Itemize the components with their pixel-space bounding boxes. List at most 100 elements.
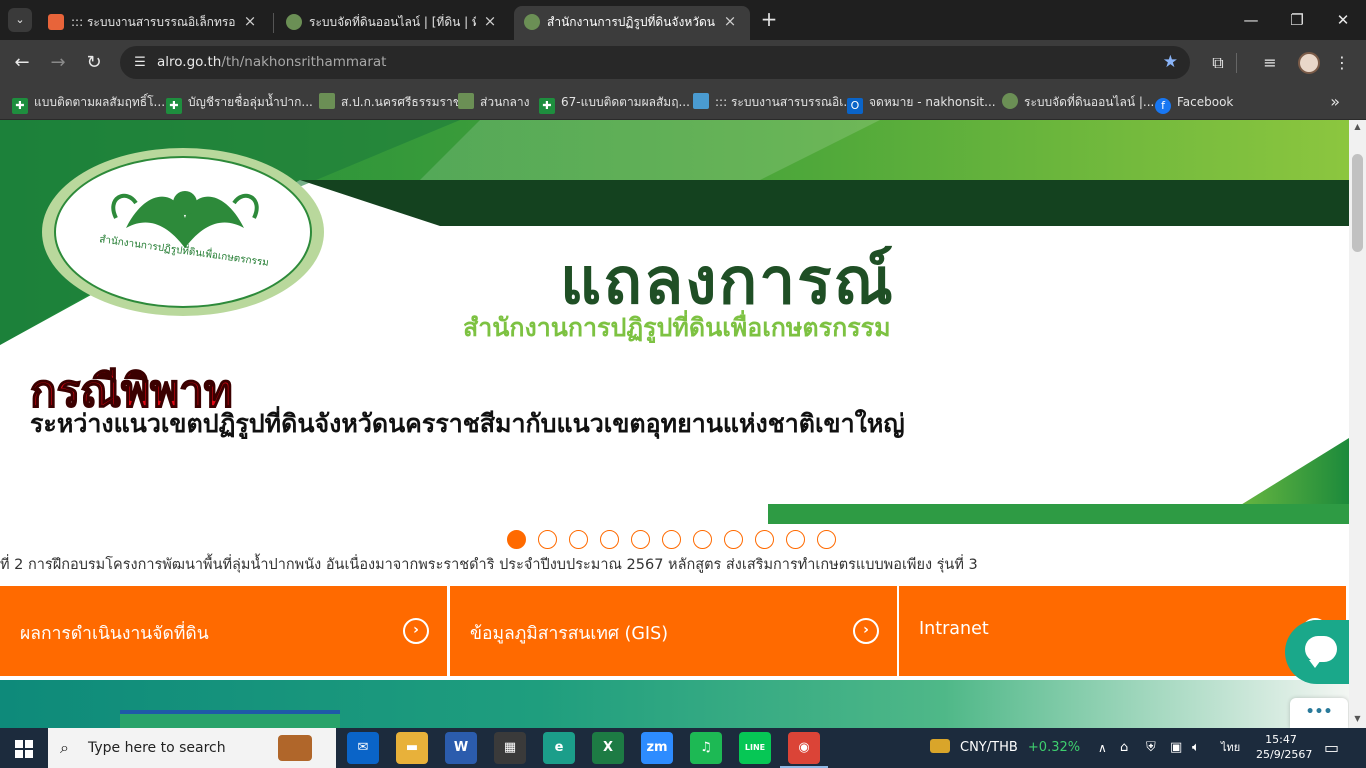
zoom-app-icon[interactable]: zm (641, 732, 673, 764)
bookmark-item[interactable]: ✚ 67-แบบติดตามผลสัมฤ... (539, 92, 690, 114)
currency-pair: CNY/THB (960, 740, 1018, 755)
system-clock[interactable]: 15:47 25/9/2567 (1256, 732, 1313, 762)
bookmark-label: ส่วนกลาง (480, 95, 530, 109)
browser-tab-strip: ⌄ ::: ระบบงานสารบรรณอิเล็กทรอนิกส์ ::: ×… (0, 0, 1366, 40)
word-app-icon[interactable]: W (445, 732, 477, 764)
sheets-icon: ✚ (12, 98, 28, 114)
network-icon[interactable]: ⌂ (1120, 728, 1128, 768)
minimize-icon[interactable]: — (1228, 0, 1274, 40)
media-queue-icon[interactable]: ≡ (1256, 49, 1284, 77)
slider-dot[interactable] (569, 530, 588, 549)
bookmark-label: ระบบจัดที่ดินออนไลน์ |... (1024, 95, 1155, 109)
bookmarks-bar: ✚ แบบติดตามผลสัมฤทธิ์โ... ✚ บัญชีรายชื่อลุ… (0, 85, 1366, 120)
clock-date: 25/9/2567 (1256, 748, 1313, 761)
slider-dot[interactable] (507, 530, 526, 549)
taskbar-search[interactable]: ⌕ Type here to search (48, 728, 336, 768)
bookmark-item[interactable]: O จดหมาย - nakhonsit... (847, 92, 996, 114)
toolbar-divider (1236, 53, 1237, 73)
windows-taskbar: ⌕ Type here to search ✉ ▬ W ▦ e Xzm ♫ LINE ◉ CNY… (0, 728, 1366, 768)
alro-icon (1002, 93, 1018, 109)
bookmark-item[interactable]: ระบบจัดที่ดินออนไลน์ |... (1002, 92, 1154, 112)
bookmark-item[interactable]: ส.ป.ก.นครศรีธรรมราช (319, 92, 461, 112)
bookmark-star-icon[interactable]: ★ (1163, 52, 1178, 72)
saraban-icon (693, 93, 709, 109)
forward-arrow-icon[interactable]: → (44, 49, 72, 77)
slider-dot[interactable] (693, 530, 712, 549)
banner-subtitle: สำนักงานการปฏิรูปที่ดินเพื่อเกษตรกรรม (463, 313, 891, 342)
announcement-banner[interactable]: สำนักงานการปฏิรูปที่ดินเพื่อเกษตรกรรม แถ… (0, 120, 1349, 524)
bookmark-item[interactable]: ✚ บัญชีรายชื่อลุ่มน้ำปาก... (166, 92, 313, 114)
featured-card[interactable] (120, 710, 340, 728)
bookmark-item[interactable]: ส่วนกลาง (458, 92, 529, 112)
security-icon[interactable]: ⛨ (1146, 728, 1156, 768)
line-app-icon[interactable]: LINE (739, 732, 771, 764)
address-bar[interactable]: ☰ alro.go.th/th/nakhonsrithammarat ★ (120, 46, 1190, 79)
slider-dot[interactable] (600, 530, 619, 549)
spotify-app-icon[interactable]: ♫ (690, 732, 722, 764)
slider-dot[interactable] (724, 530, 743, 549)
facebook-icon: f (1155, 98, 1171, 114)
saraban-favicon-icon (48, 14, 64, 30)
tab-title: ::: ระบบงานสารบรรณอิเล็กทรอนิกส์ ::: (71, 15, 236, 29)
input-language[interactable]: ไทย (1221, 728, 1240, 768)
page-scrollbar[interactable]: ▲ ▼ (1349, 120, 1366, 728)
chat-widget-button[interactable] (1285, 620, 1357, 684)
mail-app-icon[interactable]: ✉ (347, 732, 379, 764)
slider-dot[interactable] (538, 530, 557, 549)
search-placeholder: Type here to search (88, 740, 226, 756)
reload-icon[interactable]: ↻ (80, 49, 108, 77)
slider-dot[interactable] (662, 530, 681, 549)
chrome-menu-kebab-icon[interactable]: ⋮ (1328, 49, 1356, 77)
meet-now-icon[interactable]: ▣ (1170, 728, 1182, 768)
back-arrow-icon[interactable]: ← (8, 49, 36, 77)
bookmark-label: Facebook (1177, 95, 1234, 109)
new-tab-button[interactable]: + (757, 8, 781, 32)
close-tab-icon[interactable]: × (722, 13, 738, 29)
slider-dot[interactable] (786, 530, 805, 549)
tab-alro-nakhonsi-active[interactable]: สำนักงานการปฏิรูปที่ดินจังหวัดนครศรีธรรม… (514, 6, 750, 40)
tab-land-online[interactable]: ระบบจัดที่ดินออนไลน์ | [ที่ดิน | ที่ดินร… (276, 6, 510, 40)
restore-icon[interactable]: ❐ (1274, 0, 1320, 40)
bookmark-item[interactable]: f Facebook (1155, 92, 1234, 114)
file-explorer-app-icon[interactable]: ▬ (396, 732, 428, 764)
more-options-button[interactable]: ••• (1290, 698, 1348, 728)
bookmark-item[interactable]: ✚ แบบติดตามผลสัมฤทธิ์โ... (12, 92, 165, 114)
scrollbar-thumb[interactable] (1352, 154, 1363, 252)
profile-avatar[interactable] (1298, 52, 1320, 74)
show-hidden-icons-chevron-icon[interactable]: ∧ (1098, 728, 1107, 768)
url-host: alro.go.th (157, 54, 222, 70)
close-tab-icon[interactable]: × (482, 13, 498, 29)
scroll-up-arrow-icon[interactable]: ▲ (1349, 122, 1366, 134)
coins-icon (930, 739, 950, 753)
scroll-down-arrow-icon[interactable]: ▼ (1349, 714, 1366, 726)
slider-dot[interactable] (755, 530, 774, 549)
news-ticker[interactable]: ที่ 2 การฝึกอบรมโครงการพัฒนาพื้นที่ลุ่มน… (0, 553, 1349, 575)
sheets-icon: ✚ (166, 98, 182, 114)
excel-app-icon[interactable]: X (592, 732, 624, 764)
tab-search-chevron-down-icon[interactable]: ⌄ (8, 8, 32, 32)
volume-icon[interactable]: 🔈︎ (1192, 728, 1200, 768)
extensions-puzzle-icon[interactable]: ⧉ (1204, 49, 1232, 77)
notifications-icon[interactable]: ▭ (1324, 728, 1339, 768)
start-windows-icon[interactable] (0, 728, 48, 768)
site-settings-icon[interactable]: ☰ (128, 51, 152, 75)
bookmark-item[interactable]: ::: ระบบงานสารบรรณอิเ... (693, 92, 855, 112)
land-allocation-results-card[interactable]: ผลการดำเนินงานจัดที่ดิน › (0, 586, 447, 676)
close-window-icon[interactable]: ✕ (1320, 0, 1366, 40)
store-app-icon[interactable]: ▦ (494, 732, 526, 764)
currency-ticker-widget[interactable]: CNY/THB +0.32% (930, 728, 1080, 768)
edge-app-icon[interactable]: e (543, 732, 575, 764)
tab-saraban[interactable]: ::: ระบบงานสารบรรณอิเล็กทรอนิกส์ ::: × (38, 6, 270, 40)
url-text[interactable]: alro.go.th/th/nakhonsrithammarat (157, 54, 386, 70)
slider-dot[interactable] (631, 530, 650, 549)
alro-favicon-icon (286, 14, 302, 30)
chrome-app-icon[interactable]: ◉ (780, 732, 828, 768)
more-bookmarks-chevron-icon[interactable]: » (1330, 92, 1340, 112)
banner-dispute-description: ระหว่างแนวเขตปฏิรูปที่ดินจังหวัดนครราชสี… (30, 409, 905, 438)
alro-icon (319, 93, 335, 109)
gis-card[interactable]: ข้อมูลภูมิสารสนเทศ (GIS) › (450, 586, 897, 676)
intranet-card[interactable]: Intranet › (899, 586, 1346, 676)
chevron-right-circle-icon: › (403, 618, 429, 644)
slider-dot[interactable] (817, 530, 836, 549)
close-tab-icon[interactable]: × (242, 13, 258, 29)
